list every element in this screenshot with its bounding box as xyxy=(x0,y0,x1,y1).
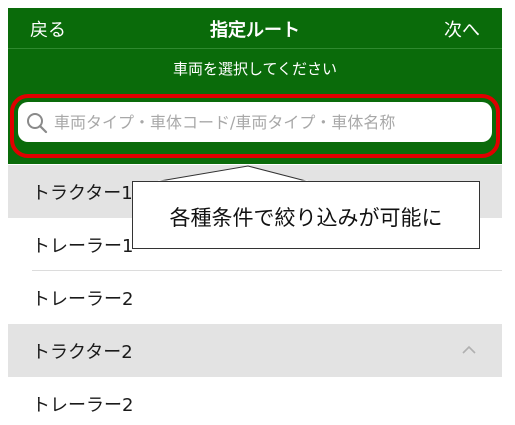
list-group-label: トラクター1 xyxy=(32,183,133,204)
list-item[interactable]: トレーラー2 xyxy=(8,271,502,324)
list-item-label: トレーラー2 xyxy=(32,289,134,310)
list-group-row[interactable]: トラクター2 xyxy=(8,324,502,377)
sub-header: 車両を選択してください xyxy=(8,48,502,88)
list-item-label: トレーラー2 xyxy=(32,395,134,416)
list-group-label: トラクター2 xyxy=(32,342,133,363)
next-button[interactable]: 次へ xyxy=(444,16,480,42)
nav-bar: 戻る 指定ルート 次へ xyxy=(8,8,502,48)
chevron-up-icon[interactable] xyxy=(462,344,476,354)
list-item[interactable]: トレーラー2 xyxy=(8,377,502,425)
annotation-callout: 各種条件で絞り込みが可能に xyxy=(132,181,480,249)
app-screen: 戻る 指定ルート 次へ 車両を選択してください トラクター1 トレーラー1 トレ… xyxy=(8,8,502,425)
page-title: 指定ルート xyxy=(210,20,300,41)
callout-text: 各種条件で絞り込みが可能に xyxy=(169,206,443,230)
search-highlight-frame xyxy=(10,94,500,158)
list-item-label: トレーラー1 xyxy=(32,236,134,257)
sub-header-text: 車両を選択してください xyxy=(172,60,338,78)
